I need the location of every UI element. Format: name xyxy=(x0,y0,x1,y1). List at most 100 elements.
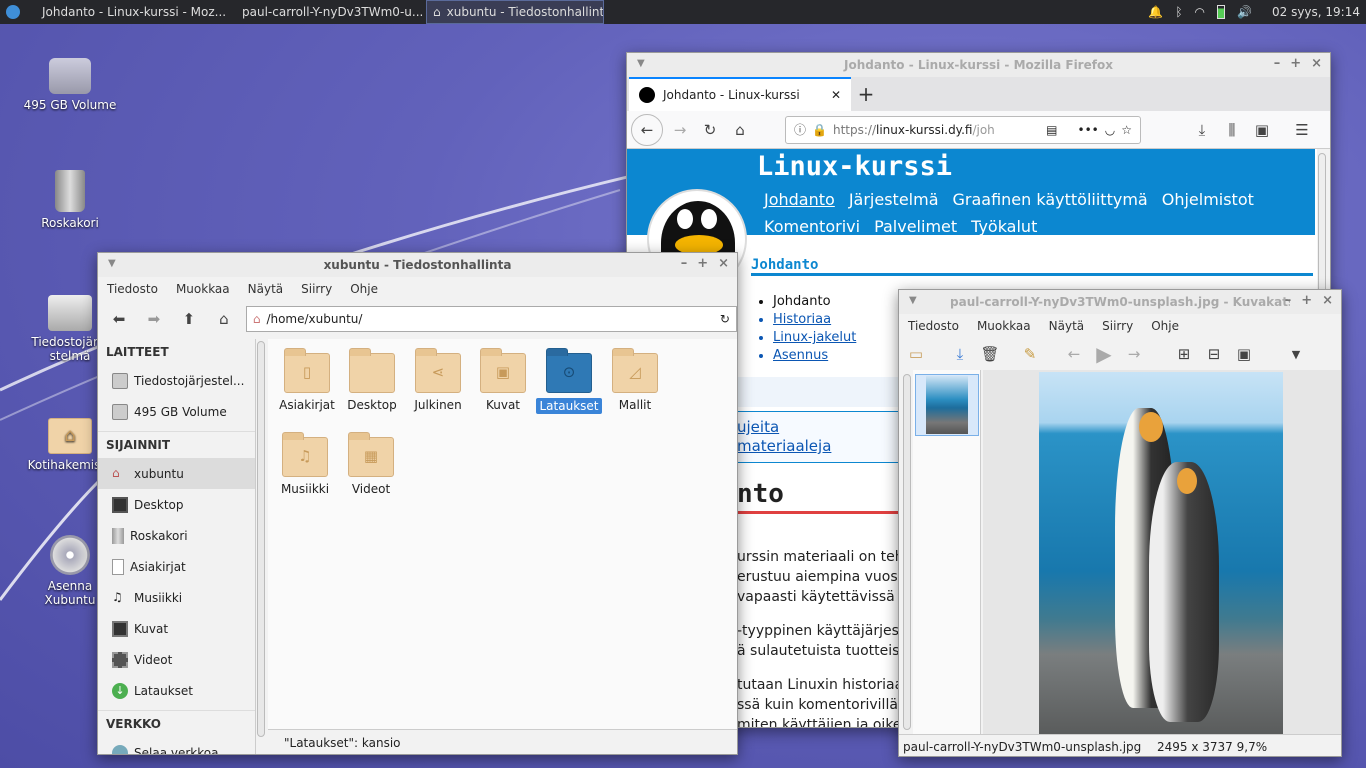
tab-johdanto[interactable]: Johdanto - Linux-kurssi ✕ xyxy=(629,77,851,111)
minimize-icon[interactable]: – xyxy=(681,256,688,271)
home-icon[interactable]: ⌂ xyxy=(727,117,753,143)
bookmark-star-icon[interactable]: ☆ xyxy=(1121,123,1132,137)
sidebar-icon[interactable]: ▣ xyxy=(1249,117,1275,143)
site-title[interactable]: Linux-kurssi xyxy=(757,151,952,182)
folder-kuvat[interactable]: ▣ Kuvat xyxy=(470,348,536,412)
folder-asiakirjat[interactable]: ▯ Asiakirjat xyxy=(274,348,340,412)
play-slideshow-icon[interactable]: ▶ xyxy=(1091,341,1117,367)
back-arrow-icon[interactable]: ⬅ xyxy=(106,306,132,332)
hamburger-menu-icon[interactable]: ☰ xyxy=(1289,117,1315,143)
sidebar-item-browse-network[interactable]: Selaa verkkoa xyxy=(98,737,255,754)
window-menu-icon[interactable]: ▼ xyxy=(108,258,116,269)
menu-muokkaa[interactable]: Muokkaa xyxy=(176,282,230,296)
maximize-icon[interactable]: + xyxy=(697,256,708,271)
maximize-icon[interactable]: + xyxy=(1301,293,1312,308)
save-icon[interactable]: ⤓ xyxy=(947,341,973,367)
desktop-icon-volume[interactable]: 495 GB Volume xyxy=(20,52,120,112)
library-icon[interactable]: ⫼ xyxy=(1219,117,1245,143)
nav-tyokalut[interactable]: Työkalut xyxy=(971,217,1037,236)
nav-graafinen[interactable]: Graafinen käyttöliittymä xyxy=(953,190,1148,209)
up-arrow-icon[interactable]: ⬆ xyxy=(176,306,202,332)
back-icon[interactable]: ← xyxy=(631,113,663,146)
task-image-viewer[interactable]: paul-carroll-Y-nyDv3TWm0-u... xyxy=(230,0,426,24)
close-icon[interactable]: × xyxy=(1322,293,1333,308)
menu-siirry[interactable]: Siirry xyxy=(301,282,332,296)
new-tab-icon[interactable]: + xyxy=(851,77,881,111)
thumbnail-penguin[interactable] xyxy=(915,374,979,436)
zoom-fit-icon[interactable]: ▣ xyxy=(1231,341,1257,367)
menu-nayta[interactable]: Näytä xyxy=(248,282,284,296)
close-icon[interactable]: × xyxy=(718,256,729,271)
menu-siirry[interactable]: Siirry xyxy=(1102,319,1133,333)
sidebar-item-xubuntu[interactable]: ⌂ xubuntu xyxy=(98,458,255,489)
reload-icon[interactable]: ↻ xyxy=(720,312,730,326)
reader-view-icon[interactable]: ▤ xyxy=(1046,123,1057,137)
sidebar-item-downloads[interactable]: ↓ Lataukset xyxy=(98,675,255,706)
url-bar[interactable]: ⓘ 🔒 https://linux-kurssi.dy.fi/joh ▤ •••… xyxy=(785,115,1141,144)
folder-musiikki[interactable]: ♫ Musiikki xyxy=(272,432,338,496)
menu-tiedosto[interactable]: Tiedosto xyxy=(107,282,158,296)
viewer-titlebar[interactable]: ▼ paul-carroll-Y-nyDv3TWm0-unsplash.jpg … xyxy=(899,290,1341,314)
nav-jarjestelma[interactable]: Järjestelmä xyxy=(849,190,939,209)
open-folder-icon[interactable]: ▭ xyxy=(903,341,929,367)
desktop-icon-trash[interactable]: Roskakori xyxy=(20,170,120,230)
sidebar-item-volume[interactable]: 495 GB Volume xyxy=(98,396,255,427)
info-icon[interactable]: ⓘ xyxy=(794,121,806,138)
delete-icon[interactable]: 🗑 xyxy=(977,341,1003,367)
notification-bell-icon[interactable]: 🔔 xyxy=(1148,5,1163,19)
folder-videot[interactable]: ▦ Videot xyxy=(338,432,404,496)
close-icon[interactable]: × xyxy=(1311,56,1322,71)
toc-asennus[interactable]: Asennus xyxy=(773,347,856,365)
sidebar-scrollbar[interactable] xyxy=(257,341,265,737)
location-bar[interactable]: ⌂ /home/xubuntu/ ↻ xyxy=(245,306,737,332)
menu-muokkaa[interactable]: Muokkaa xyxy=(977,319,1031,333)
bluetooth-icon[interactable]: ᛒ xyxy=(1175,5,1182,19)
folder-lataukset[interactable]: ⊙ Lataukset xyxy=(536,348,602,414)
sidebar-item-documents[interactable]: Asiakirjat xyxy=(98,551,255,582)
thumbnail-scrollbar[interactable] xyxy=(903,374,911,730)
maximize-icon[interactable]: + xyxy=(1290,56,1301,71)
sidebar-item-pictures[interactable]: Kuvat xyxy=(98,613,255,644)
battery-icon[interactable] xyxy=(1217,5,1226,19)
toolbar-overflow-icon[interactable]: ▼ xyxy=(1283,341,1309,367)
toc-historiaa[interactable]: Historiaa xyxy=(773,311,856,329)
task-thunar[interactable]: ⌂ xubuntu - Tiedostonhallinta xyxy=(426,0,604,24)
sidebar-item-filesystem[interactable]: Tiedostojärjestel... xyxy=(98,365,255,396)
forward-arrow-icon[interactable]: ➡ xyxy=(141,306,167,332)
firefox-titlebar[interactable]: ▼ Johdanto - Linux-kurssi - Mozilla Fire… xyxy=(627,53,1330,77)
nav-komentorivi[interactable]: Komentorivi xyxy=(764,217,860,236)
previous-icon[interactable]: ← xyxy=(1061,341,1087,367)
menu-nayta[interactable]: Näytä xyxy=(1049,319,1085,333)
folder-mallit[interactable]: ◿ Mallit xyxy=(602,348,668,412)
thunar-titlebar[interactable]: ▼ xubuntu - Tiedostonhallinta – + × xyxy=(98,253,737,277)
task-firefox[interactable]: Johdanto - Linux-kurssi - Moz... xyxy=(30,0,230,24)
home-icon[interactable]: ⌂ xyxy=(211,306,237,332)
menu-tiedosto[interactable]: Tiedosto xyxy=(908,319,959,333)
zoom-out-icon[interactable]: ⊟ xyxy=(1201,341,1227,367)
downloads-icon[interactable]: ⤓ xyxy=(1189,117,1215,143)
pocket-icon[interactable]: ◡ xyxy=(1105,123,1115,137)
minimize-icon[interactable]: – xyxy=(1285,293,1292,308)
minimize-icon[interactable]: – xyxy=(1274,56,1281,71)
next-icon[interactable]: → xyxy=(1121,341,1147,367)
sidebar-item-music[interactable]: ♫ Musiikki xyxy=(98,582,255,613)
folder-julkinen[interactable]: ⋖ Julkinen xyxy=(405,348,471,412)
folder-desktop[interactable]: Desktop xyxy=(339,348,405,412)
lock-icon[interactable]: 🔒 xyxy=(812,123,827,137)
sidebar-item-videos[interactable]: Videot xyxy=(98,644,255,675)
toc-johdanto[interactable]: Johdanto xyxy=(773,293,856,311)
zoom-in-icon[interactable]: ⊞ xyxy=(1171,341,1197,367)
menu-ohje[interactable]: Ohje xyxy=(350,282,378,296)
toc-jakelut[interactable]: Linux-jakelut xyxy=(773,329,856,347)
sidebar-item-desktop[interactable]: Desktop xyxy=(98,489,255,520)
volume-icon[interactable]: 🔊 xyxy=(1237,5,1252,19)
edit-pencil-icon[interactable]: ✎ xyxy=(1017,341,1043,367)
window-menu-icon[interactable]: ▼ xyxy=(637,58,645,69)
forward-icon[interactable]: → xyxy=(667,117,693,143)
menu-ohje[interactable]: Ohje xyxy=(1151,319,1179,333)
nav-palvelimet[interactable]: Palvelimet xyxy=(874,217,957,236)
wifi-icon[interactable]: ◠ xyxy=(1195,5,1205,19)
page-actions-icon[interactable]: ••• xyxy=(1078,123,1099,137)
clock[interactable]: 02 syys, 19:14 xyxy=(1272,5,1360,19)
window-menu-icon[interactable]: ▼ xyxy=(909,295,917,306)
